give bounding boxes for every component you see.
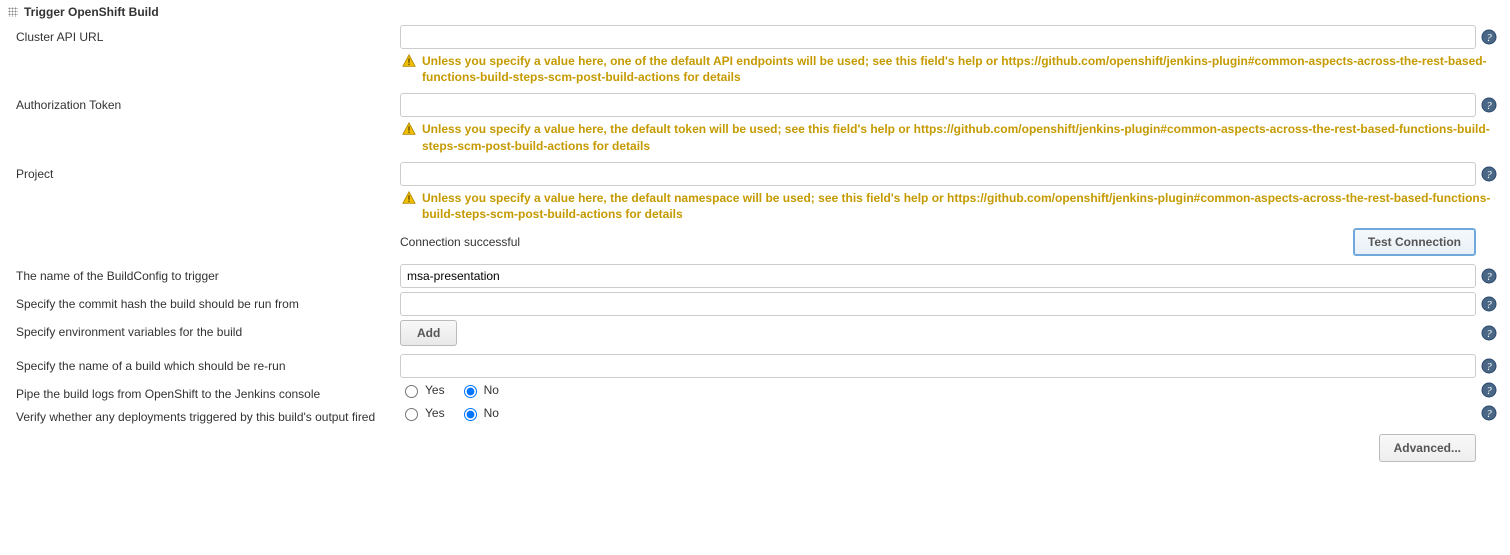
verify-deploy-yes-radio[interactable]	[405, 408, 418, 421]
commit-hash-input[interactable]	[400, 292, 1476, 316]
help-icon[interactable]: ?	[1481, 97, 1497, 113]
svg-text:?: ?	[1486, 328, 1492, 340]
warning-cluster-api-url: Unless you specify a value here, one of …	[422, 53, 1502, 85]
svg-text:?: ?	[1486, 271, 1492, 283]
pipe-logs-no-radio[interactable]	[464, 385, 477, 398]
warning-auth-token: Unless you specify a value here, the def…	[422, 121, 1502, 153]
help-icon[interactable]: ?	[1481, 166, 1497, 182]
svg-text:?: ?	[1486, 100, 1492, 112]
svg-text:?: ?	[1486, 361, 1492, 373]
svg-text:?: ?	[1486, 385, 1492, 397]
test-connection-button[interactable]: Test Connection	[1353, 228, 1476, 256]
svg-text:?: ?	[1486, 299, 1492, 311]
label-commit-hash: Specify the commit hash the build should…	[8, 292, 400, 311]
advanced-button[interactable]: Advanced...	[1379, 434, 1476, 462]
help-icon[interactable]: ?	[1481, 296, 1497, 312]
buildconfig-name-input[interactable]	[400, 264, 1476, 288]
help-icon[interactable]: ?	[1481, 405, 1497, 421]
section-title: Trigger OpenShift Build	[24, 5, 159, 19]
connection-status: Connection successful	[400, 235, 1353, 249]
verify-deploy-no-radio[interactable]	[464, 408, 477, 421]
auth-token-input[interactable]	[400, 93, 1476, 117]
drag-handle-icon[interactable]	[8, 7, 18, 17]
label-pipe-logs: Pipe the build logs from OpenShift to th…	[8, 382, 400, 401]
label-rerun-build: Specify the name of a build which should…	[8, 354, 400, 373]
help-icon[interactable]: ?	[1481, 382, 1497, 398]
svg-text:?: ?	[1486, 408, 1492, 420]
add-env-var-button[interactable]: Add	[400, 320, 457, 346]
label-verify-deploy: Verify whether any deployments triggered…	[8, 405, 400, 424]
cluster-api-url-input[interactable]	[400, 25, 1476, 49]
radio-label-yes: Yes	[425, 383, 445, 397]
help-icon[interactable]: ?	[1481, 29, 1497, 45]
help-icon[interactable]: ?	[1481, 268, 1497, 284]
radio-label-no: No	[484, 406, 499, 420]
radio-label-no: No	[484, 383, 499, 397]
radio-label-yes: Yes	[425, 406, 445, 420]
warning-icon	[402, 54, 416, 68]
label-buildconfig-name: The name of the BuildConfig to trigger	[8, 264, 400, 283]
label-auth-token: Authorization Token	[8, 93, 400, 112]
label-env-vars: Specify environment variables for the bu…	[8, 320, 400, 339]
label-project: Project	[8, 162, 400, 181]
svg-text:?: ?	[1486, 169, 1492, 181]
warning-icon	[402, 122, 416, 136]
svg-text:?: ?	[1486, 32, 1492, 44]
warning-project: Unless you specify a value here, the def…	[422, 190, 1502, 222]
warning-icon	[402, 191, 416, 205]
pipe-logs-yes-radio[interactable]	[405, 385, 418, 398]
rerun-build-input[interactable]	[400, 354, 1476, 378]
label-cluster-api-url: Cluster API URL	[8, 25, 400, 44]
project-input[interactable]	[400, 162, 1476, 186]
help-icon[interactable]: ?	[1481, 325, 1497, 341]
help-icon[interactable]: ?	[1481, 358, 1497, 374]
